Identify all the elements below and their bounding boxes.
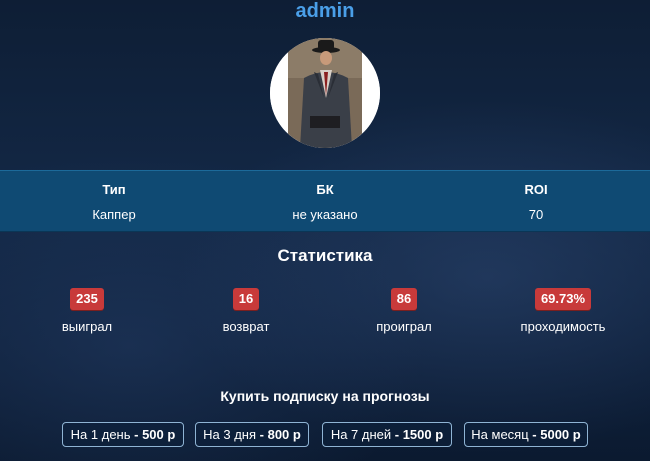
avatar-image (270, 38, 380, 148)
option-separator: - (528, 427, 541, 442)
username-title: admin (295, 0, 355, 22)
info-bk-label: БК (316, 182, 334, 197)
option-separator: - (256, 427, 268, 442)
option-price: 500 р (142, 427, 176, 442)
subscribe-3-days-button[interactable]: На 3 дня - 800 р (195, 422, 309, 447)
stat-lost-label: проиграл (376, 319, 432, 334)
stat-refund-label: возврат (222, 319, 270, 334)
option-period: На 7 дней (330, 427, 392, 442)
profile-info-bar: Тип Каппер БК не указано ROI 70 (0, 170, 650, 232)
stat-passability-label: проходимость (520, 319, 606, 334)
stat-refund-badge: 16 (232, 288, 260, 310)
stat-passability-badge: 69.73% (534, 288, 592, 310)
stats-title: Статистика (277, 246, 373, 265)
stat-passability: 69.73% проходимость (503, 288, 623, 334)
stat-won-label: выиграл (61, 319, 113, 334)
stat-won: 235 выиграл (27, 288, 147, 334)
stat-lost: 86 проиграл (344, 288, 464, 334)
info-type-value: Каппер (92, 207, 136, 222)
info-bk-value: не указано (292, 207, 358, 222)
option-separator: - (130, 427, 143, 442)
stat-refund: 16 возврат (186, 288, 306, 334)
stat-won-badge: 235 (70, 288, 104, 310)
info-roi-label: ROI (524, 182, 548, 197)
option-period: На 3 дня (203, 427, 257, 442)
option-price: 5000 р (540, 427, 581, 442)
subscribe-1-day-button[interactable]: На 1 день - 500 р (62, 422, 184, 447)
option-price: 1500 р (402, 427, 444, 442)
subscribe-7-days-button[interactable]: На 7 дней - 1500 р (322, 422, 452, 447)
option-separator: - (391, 427, 403, 442)
subscription-title: Купить подписку на прогнозы (220, 388, 430, 404)
subscribe-month-button[interactable]: На месяц - 5000 р (464, 422, 588, 447)
info-roi-value: 70 (528, 207, 544, 222)
avatar (270, 38, 380, 148)
info-type-label: Тип (102, 182, 126, 197)
option-period: На месяц (471, 427, 529, 442)
stat-lost-badge: 86 (390, 288, 418, 310)
option-period: На 1 день (70, 427, 131, 442)
option-price: 800 р (267, 427, 301, 442)
